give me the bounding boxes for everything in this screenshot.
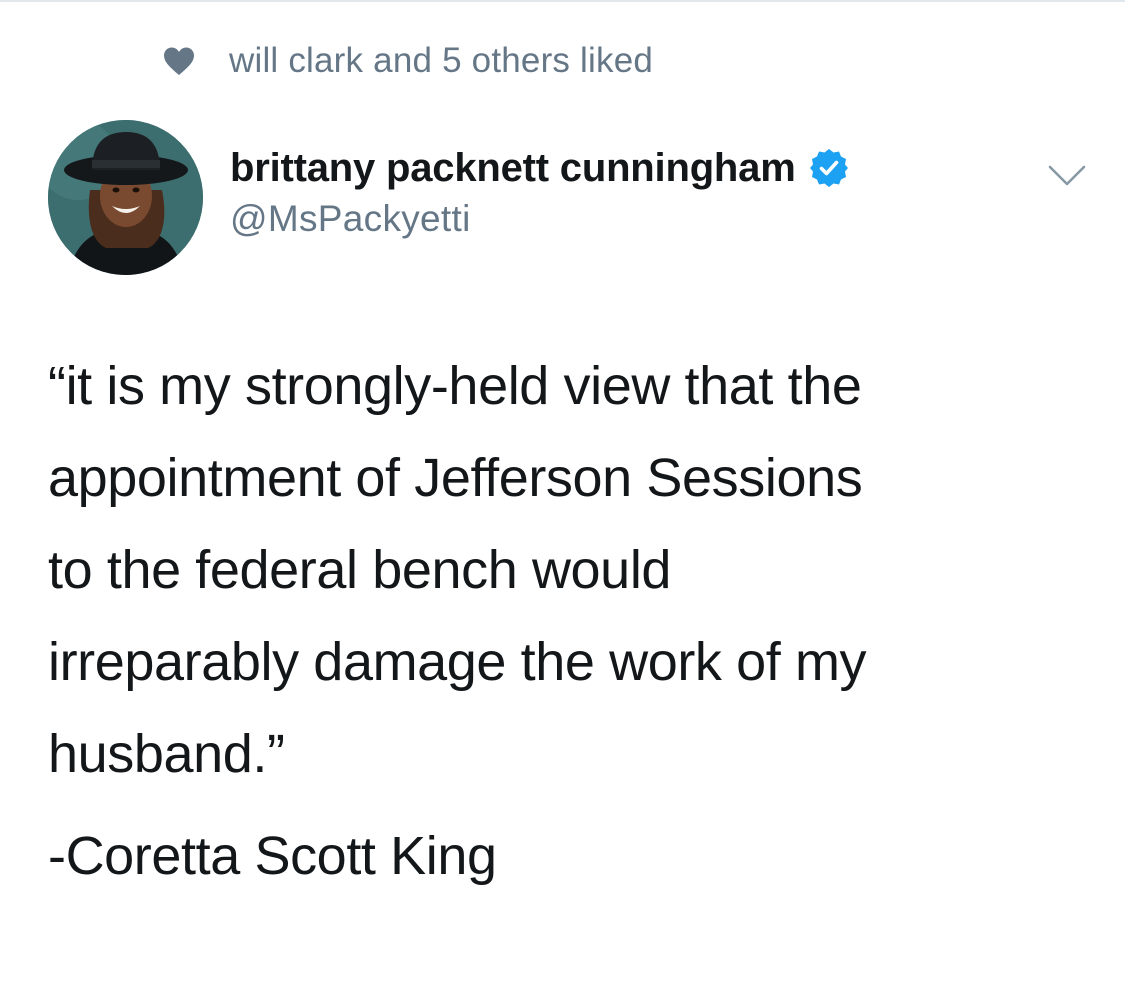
tweet-attribution: -Coretta Scott King <box>48 826 497 886</box>
social-context-text: will clark and 5 others liked <box>229 41 654 80</box>
top-divider <box>0 0 1125 2</box>
chevron-down-icon[interactable] <box>1048 164 1086 188</box>
tweet-quote: “it is my strongly-held view that the ap… <box>48 340 1088 800</box>
avatar[interactable] <box>48 120 203 275</box>
display-name[interactable]: brittany packnett cunningham <box>230 146 796 191</box>
tweet-text: “it is my strongly-held view that the ap… <box>48 340 1088 902</box>
tweet-line: appointment of Jefferson Sessions <box>48 448 863 508</box>
heart-icon <box>163 46 195 76</box>
social-context[interactable]: will clark and 5 others liked <box>163 38 653 84</box>
author-names: brittany packnett cunningham @MsPackyett… <box>230 142 850 240</box>
tweet-header: brittany packnett cunningham @MsPackyett… <box>48 120 1088 280</box>
name-row: brittany packnett cunningham <box>230 142 850 194</box>
tweet-line: “it is my strongly-held view that the <box>48 356 862 416</box>
tweet-line: irreparably damage the work of my <box>48 632 867 692</box>
handle[interactable]: @MsPackyetti <box>230 198 850 240</box>
tweet-line: to the federal bench would <box>48 540 672 600</box>
verified-badge-icon <box>808 147 850 189</box>
tweet-line: husband.” <box>48 724 285 784</box>
